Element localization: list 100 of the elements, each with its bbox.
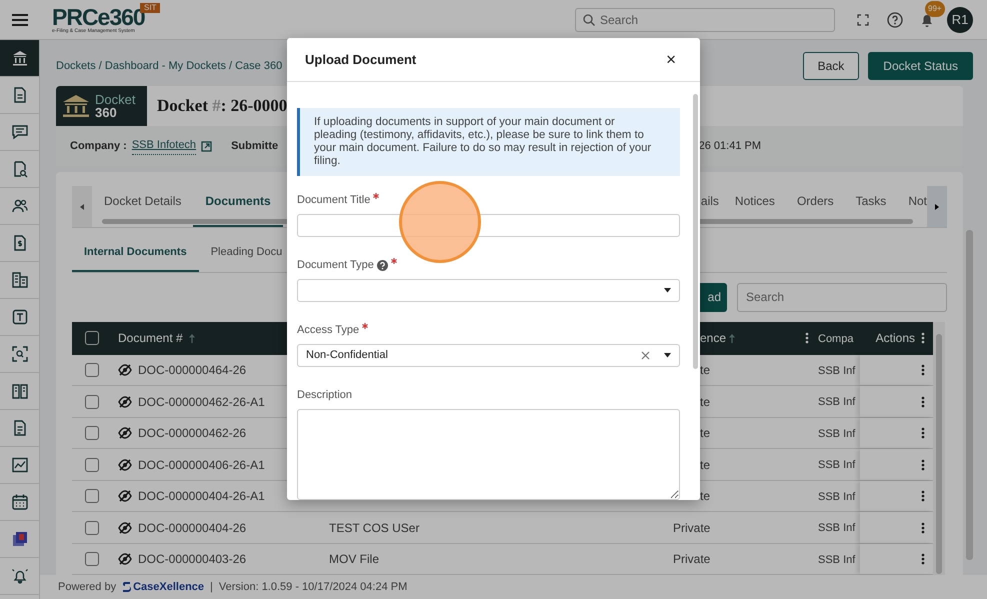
row-checkbox[interactable] [85, 363, 99, 378]
brand-name: CaseXellence [133, 580, 204, 595]
separator: | [210, 580, 213, 595]
table-cell-text: DOC-000000404-26-A1 [138, 488, 265, 506]
more-icon[interactable] [921, 332, 925, 344]
row-checkbox[interactable] [85, 520, 99, 534]
badge-number: 360 [95, 106, 118, 119]
sub-tab[interactable]: Internal Documents [72, 238, 199, 272]
required-asterisk-icon [390, 258, 397, 264]
eye-slash-icon [118, 458, 132, 471]
more-icon[interactable] [921, 552, 925, 565]
column-header: Compa [818, 332, 854, 345]
tab[interactable]: Orders [786, 186, 845, 227]
close-button[interactable]: × [662, 51, 680, 68]
buildings-icon [10, 271, 28, 289]
table-cell: te [700, 363, 710, 378]
table-scrollbar[interactable] [933, 322, 945, 576]
more-icon[interactable] [921, 458, 925, 471]
user-avatar[interactable]: R1 [947, 6, 973, 32]
users-icon [10, 197, 28, 215]
table-cell: SSB Inf [818, 396, 856, 408]
header-button[interactable]: Back [802, 52, 860, 80]
book-icon [10, 382, 28, 400]
tab[interactable]: Tasks [844, 186, 898, 227]
field-label: Access Type [297, 322, 360, 338]
row-checkbox[interactable] [85, 489, 99, 504]
table-cell-text: DOC-000000403-26 [138, 550, 246, 568]
clear-icon[interactable] [641, 351, 650, 360]
table-cell: MOV File [329, 552, 380, 566]
help-icon [376, 260, 388, 271]
table-cell-text: DOC-000000462-26-A1 [138, 394, 265, 411]
required-asterisk-icon [373, 192, 380, 199]
fullscreen-icon[interactable] [857, 14, 869, 26]
tab[interactable]: Not [897, 186, 927, 227]
table-cell: SSB Inf [818, 554, 856, 566]
required-asterisk-icon [362, 322, 368, 329]
search-field[interactable]: Search [737, 282, 947, 312]
table-cell: SSB Inf [818, 364, 856, 377]
select-field[interactable]: Non-Confidential [297, 344, 680, 367]
company-link[interactable]: SSB Infotech [132, 137, 196, 155]
row-checkbox[interactable] [85, 394, 99, 409]
table-cell-text: DOC-000000462-26 [138, 425, 246, 442]
external-link-icon[interactable] [201, 140, 212, 152]
column-header: Document # [118, 330, 183, 348]
sort-icon [729, 334, 736, 343]
table-cell: te [700, 489, 710, 504]
row-checkbox[interactable] [85, 458, 99, 472]
company-label: Company : [70, 138, 127, 154]
tab[interactable]: ails [700, 186, 724, 227]
menu-icon[interactable] [12, 14, 28, 26]
scan-icon [10, 345, 28, 363]
more-icon[interactable] [921, 490, 925, 502]
field-label: Document Type [297, 258, 374, 273]
more-icon[interactable] [921, 522, 925, 534]
select-all-checkbox[interactable] [85, 331, 99, 346]
more-icon[interactable] [805, 332, 809, 344]
column-header: Actions [876, 330, 915, 348]
eye-slash-icon [118, 427, 132, 440]
more-icon[interactable] [921, 427, 925, 440]
row-checkbox[interactable] [85, 426, 99, 440]
header-button[interactable]: Docket Status [868, 52, 973, 80]
triangle-left-icon [80, 204, 84, 210]
bank-icon [10, 49, 28, 67]
table-cell-text: DOC-000000406-26-A1 [138, 456, 265, 474]
more-icon[interactable] [921, 396, 925, 408]
search-field[interactable]: Search [575, 8, 835, 32]
brand-logo-icon [122, 581, 132, 594]
table-cell: SSB Inf [818, 490, 856, 503]
column-header: ence [700, 330, 726, 348]
eye-slash-icon [118, 522, 132, 534]
table-cell-text: DOC-000000404-26 [138, 520, 246, 536]
help-icon[interactable] [887, 12, 903, 28]
eye-slash-icon [118, 396, 132, 408]
modal-title: Upload Document [305, 50, 416, 69]
caret-icon [664, 288, 671, 294]
table-cell: SSB Inf [818, 428, 856, 440]
table-cell: te [700, 394, 710, 409]
environment-badge: SIT [140, 2, 160, 12]
table-cell: Private [673, 552, 710, 566]
tab[interactable]: Notices [724, 186, 786, 227]
row-checkbox[interactable] [85, 552, 99, 566]
docket-title: Docket #: 26-0000 [157, 95, 288, 118]
text-box-icon [10, 308, 28, 326]
sidebar-item[interactable] [0, 40, 39, 77]
more-icon[interactable] [921, 364, 925, 376]
triangle-right-icon [935, 204, 939, 210]
eye-slash-icon [118, 552, 132, 565]
powered-by-label: Powered by [58, 580, 116, 595]
sub-tab[interactable]: Pleading Docu [198, 238, 294, 272]
select-field[interactable] [297, 279, 680, 302]
table-cell-text: DOC-000000464-26 [138, 362, 246, 380]
textarea-field[interactable] [297, 409, 680, 500]
bank-icon [62, 94, 90, 118]
bell-icon[interactable] [919, 12, 935, 28]
submitted-label: Submitte [231, 138, 278, 154]
table-cell: SSB Inf [818, 522, 856, 534]
table-cell: te [700, 458, 710, 472]
search-icon [583, 14, 595, 26]
eye-slash-icon [118, 490, 132, 502]
tab[interactable]: Docket Details [92, 186, 194, 227]
